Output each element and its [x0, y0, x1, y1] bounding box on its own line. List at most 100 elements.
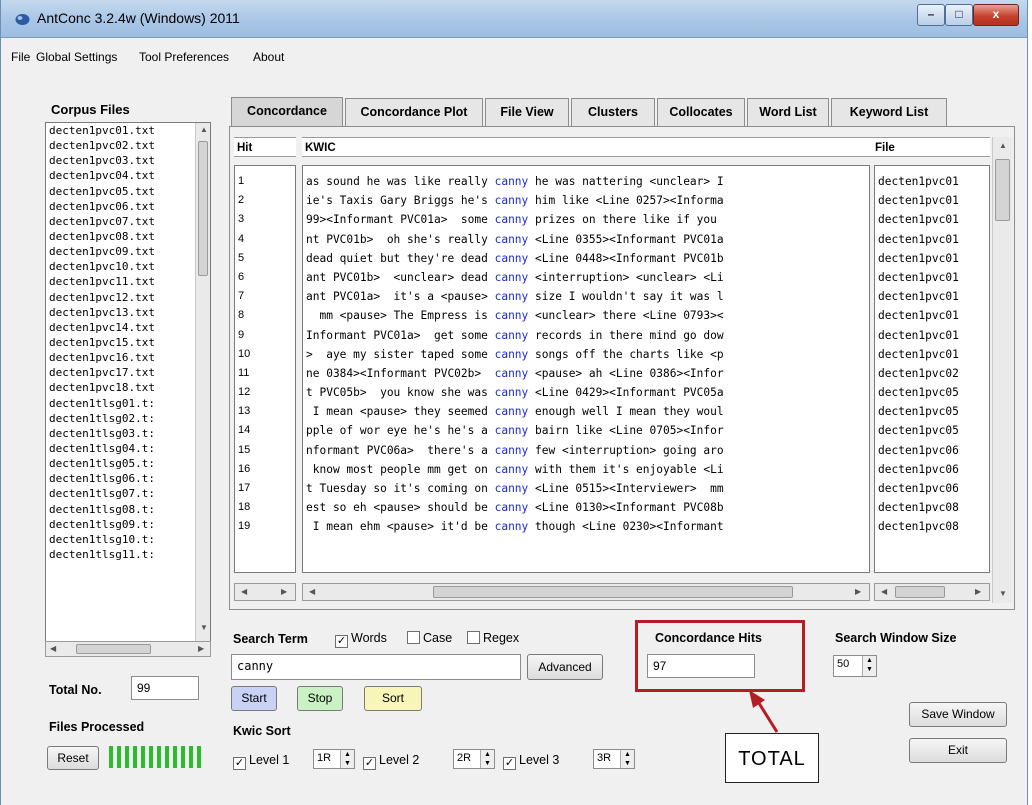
corpus-file-item[interactable]: decten1tlsg07.t: [46, 486, 210, 501]
scroll-up-arrow-icon[interactable]: ▲ [999, 141, 1007, 150]
tab-concordance-plot[interactable]: Concordance Plot [345, 98, 483, 126]
level-1-checkbox[interactable]: ✓ [233, 757, 246, 770]
kwic-line[interactable]: ant PVC01b> <unclear> dead canny <interr… [303, 268, 869, 287]
hit-file-name[interactable]: decten1pvc01 [875, 210, 989, 229]
hit-file-name[interactable]: decten1pvc05 [875, 421, 989, 440]
hit-file-name[interactable]: decten1pvc06 [875, 460, 989, 479]
kwic-keyword[interactable]: canny [495, 424, 529, 437]
hit-file-name[interactable]: decten1pvc01 [875, 306, 989, 325]
corpus-file-item[interactable]: decten1pvc05.txt [46, 184, 210, 199]
regex-option[interactable]: Regex [467, 631, 519, 645]
corpus-file-item[interactable]: decten1pvc01.txt [46, 123, 210, 138]
corpus-file-item[interactable]: decten1pvc15.txt [46, 335, 210, 350]
corpus-file-item[interactable]: decten1pvc16.txt [46, 350, 210, 365]
corpus-file-item[interactable]: decten1tlsg08.t: [46, 502, 210, 517]
kwic-line[interactable]: > aye my sister taped some canny songs o… [303, 345, 869, 364]
stop-button[interactable]: Stop [297, 686, 343, 711]
corpus-file-item[interactable]: decten1pvc17.txt [46, 365, 210, 380]
kwic-keyword[interactable]: canny [495, 348, 529, 361]
start-button[interactable]: Start [231, 686, 277, 711]
corpus-file-item[interactable]: decten1pvc04.txt [46, 168, 210, 183]
scroll-right-arrow-icon[interactable]: ▶ [281, 587, 287, 596]
maximize-button[interactable]: □ [945, 4, 973, 26]
hit-file-name[interactable]: decten1pvc05 [875, 383, 989, 402]
corpus-file-item[interactable]: decten1pvc03.txt [46, 153, 210, 168]
corpus-file-item[interactable]: decten1tlsg09.t: [46, 517, 210, 532]
scroll-right-arrow-icon[interactable]: ▶ [855, 587, 861, 596]
tab-file-view[interactable]: File View [485, 98, 569, 126]
level-2-option[interactable]: ✓ Level 2 [363, 753, 419, 770]
hit-file-name[interactable]: decten1pvc01 [875, 345, 989, 364]
scroll-right-arrow-icon[interactable]: ▶ [198, 644, 204, 653]
concordance-vscroll[interactable]: ▲ ▼ [992, 137, 1012, 603]
level-3-spinner[interactable]: 3R ▲ ▼ [593, 749, 635, 769]
scroll-up-arrow-icon[interactable]: ▲ [200, 125, 208, 134]
kwic-keyword[interactable]: canny [495, 290, 529, 303]
words-checkbox[interactable]: ✓ [335, 635, 348, 648]
kwic-keyword[interactable]: canny [495, 233, 529, 246]
corpus-file-item[interactable]: decten1pvc12.txt [46, 290, 210, 305]
kwic-keyword[interactable]: canny [495, 309, 529, 322]
minimize-button[interactable]: – [917, 4, 945, 26]
spinner-arrows-icon[interactable]: ▲ ▼ [862, 656, 876, 676]
hit-hscroll[interactable]: ◀ ▶ [234, 583, 296, 601]
level-3-checkbox[interactable]: ✓ [503, 757, 516, 770]
kwic-keyword[interactable]: canny [495, 175, 529, 188]
scroll-down-arrow-icon[interactable]: ▼ [999, 589, 1007, 598]
hit-file-name[interactable]: decten1pvc05 [875, 402, 989, 421]
concordance-vscroll-thumb[interactable] [995, 159, 1010, 221]
menu-global-settings[interactable]: Global Settings [36, 50, 117, 64]
corpus-file-item[interactable]: decten1pvc06.txt [46, 199, 210, 214]
case-checkbox[interactable] [407, 631, 420, 644]
corpus-file-item[interactable]: decten1tlsg10.t: [46, 532, 210, 547]
regex-checkbox[interactable] [467, 631, 480, 644]
corpus-list-hscroll-thumb[interactable] [76, 644, 151, 654]
kwic-keyword[interactable]: canny [495, 520, 529, 533]
hit-file-name[interactable]: decten1pvc08 [875, 498, 989, 517]
level-2-spinner[interactable]: 2R ▲ ▼ [453, 749, 495, 769]
tab-clusters[interactable]: Clusters [571, 98, 655, 126]
level-3-option[interactable]: ✓ Level 3 [503, 753, 559, 770]
corpus-file-item[interactable]: decten1pvc14.txt [46, 320, 210, 335]
spinner-arrows-icon[interactable]: ▲ ▼ [480, 750, 494, 768]
scroll-down-arrow-icon[interactable]: ▼ [200, 623, 208, 632]
kwic-line[interactable]: Informant PVC01a> get some canny records… [303, 326, 869, 345]
corpus-file-item[interactable]: decten1pvc18.txt [46, 380, 210, 395]
corpus-file-list[interactable]: decten1pvc01.txt decten1pvc02.txt decten1p… [45, 122, 211, 642]
scroll-right-arrow-icon[interactable]: ▶ [975, 587, 981, 596]
corpus-file-item[interactable]: decten1tlsg03.t: [46, 426, 210, 441]
scroll-left-arrow-icon[interactable]: ◀ [50, 644, 56, 653]
kwic-line[interactable]: I mean <pause> they seemed canny enough … [303, 402, 869, 421]
hit-file-name[interactable]: decten1pvc02 [875, 364, 989, 383]
spinner-arrows-icon[interactable]: ▲ ▼ [620, 750, 634, 768]
search-term-input[interactable]: canny [231, 654, 521, 680]
hit-file-name[interactable]: decten1pvc06 [875, 441, 989, 460]
corpus-file-item[interactable]: decten1tlsg11.t: [46, 547, 210, 562]
kwic-keyword[interactable]: canny [495, 252, 529, 265]
advanced-button[interactable]: Advanced [527, 654, 603, 680]
corpus-file-item[interactable]: decten1pvc08.txt [46, 229, 210, 244]
tab-collocates[interactable]: Collocates [657, 98, 745, 126]
kwic-keyword[interactable]: canny [495, 405, 529, 418]
scroll-left-arrow-icon[interactable]: ◀ [309, 587, 315, 596]
level-1-spinner[interactable]: 1R ▲ ▼ [313, 749, 355, 769]
hit-file-name[interactable]: decten1pvc06 [875, 479, 989, 498]
corpus-file-item[interactable]: decten1tlsg01.t: [46, 396, 210, 411]
file-hscroll-thumb[interactable] [895, 586, 945, 598]
kwic-keyword[interactable]: canny [495, 329, 529, 342]
tab-word-list[interactable]: Word List [747, 98, 829, 126]
kwic-line[interactable]: know most people mm get on canny with th… [303, 460, 869, 479]
file-column-header[interactable]: File [872, 137, 990, 157]
corpus-list-hscroll[interactable]: ◀ ▶ [45, 641, 211, 657]
corpus-list-vscroll-thumb[interactable] [198, 141, 208, 276]
exit-button[interactable]: Exit [909, 738, 1007, 763]
kwic-column-header[interactable]: KWIC [302, 137, 874, 157]
kwic-keyword[interactable]: canny [495, 501, 529, 514]
close-button[interactable]: x [973, 4, 1019, 26]
kwic-line[interactable]: dead quiet but they're dead canny <Line … [303, 249, 869, 268]
kwic-line[interactable]: as sound he was like really canny he was… [303, 172, 869, 191]
hit-file-name[interactable]: decten1pvc01 [875, 326, 989, 345]
level-1-option[interactable]: ✓ Level 1 [233, 753, 289, 770]
hit-file-name[interactable]: decten1pvc01 [875, 172, 989, 191]
kwic-hscroll[interactable]: ◀ ▶ [302, 583, 870, 601]
